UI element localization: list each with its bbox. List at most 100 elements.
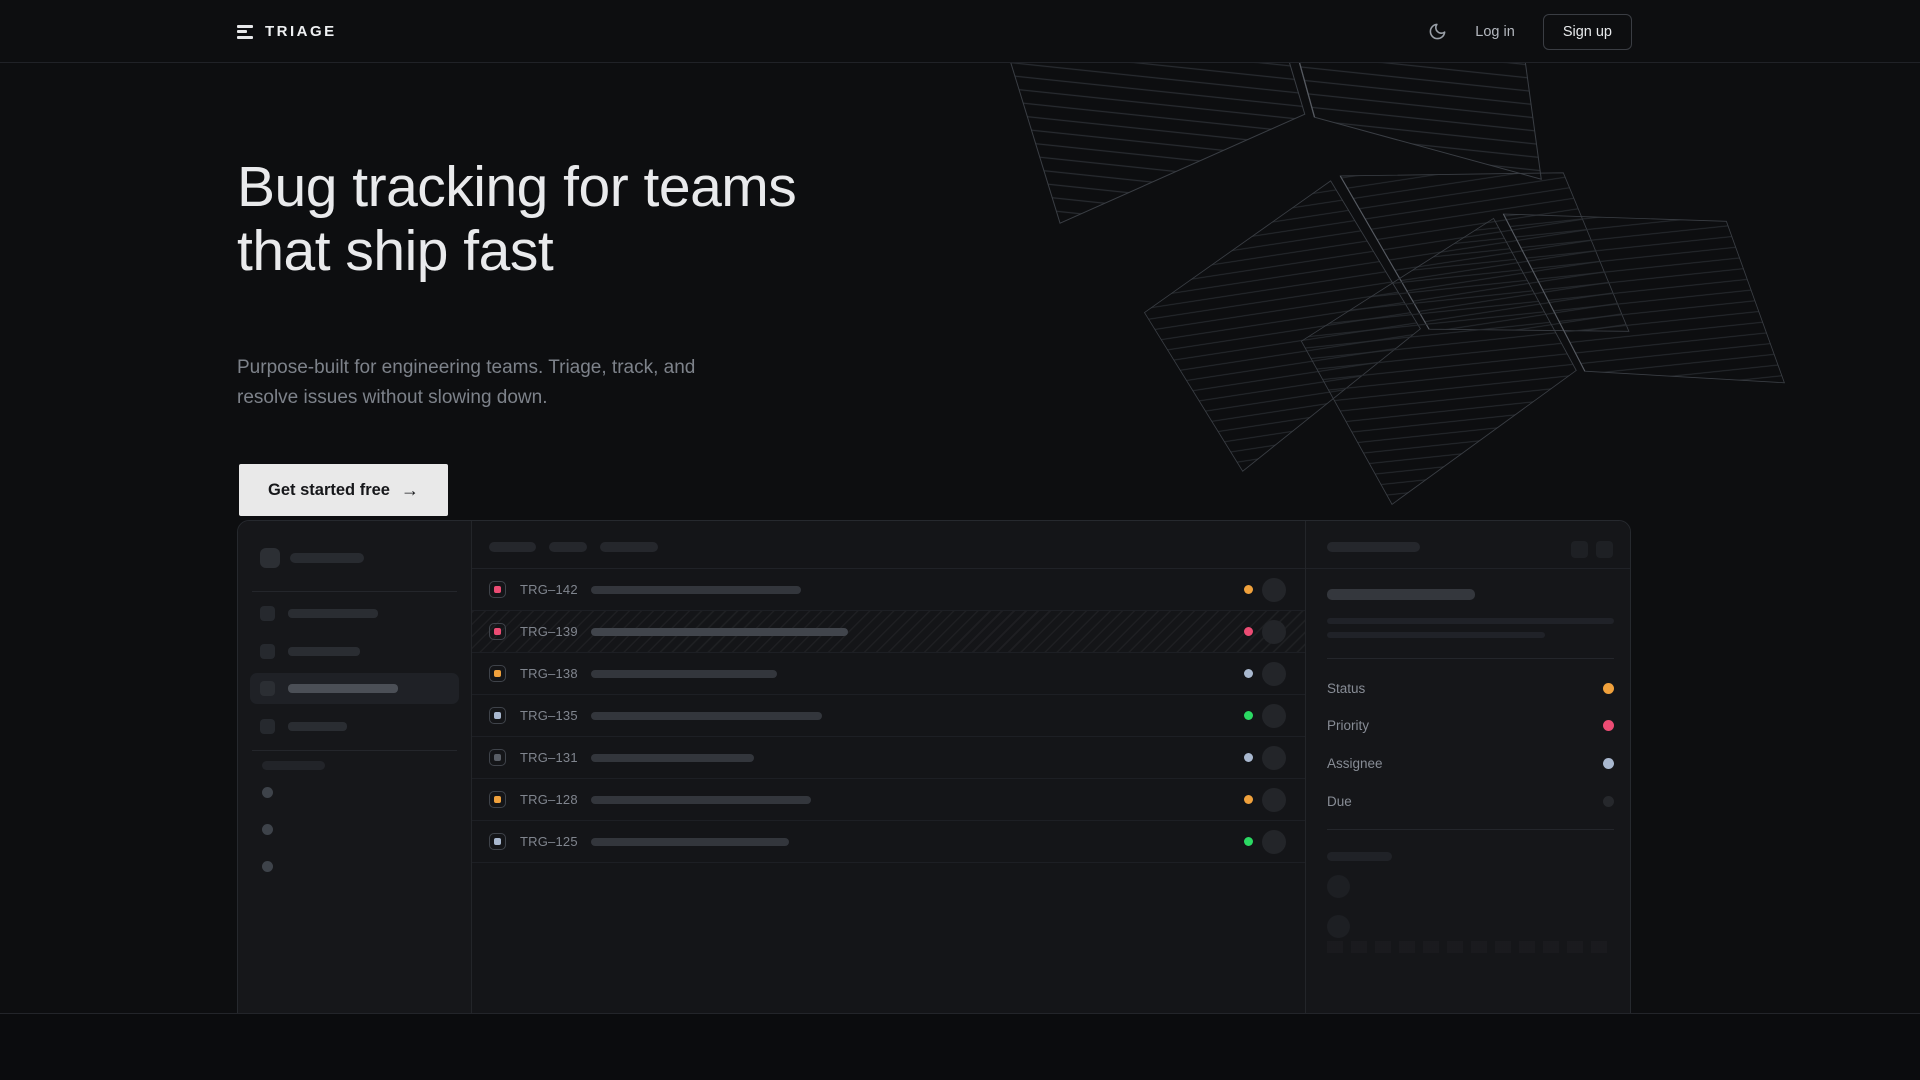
brand: TRIAGE — [237, 0, 337, 63]
issue-row: TRG–135 — [472, 695, 1305, 737]
footer — [0, 1013, 1920, 1080]
issue-list-header — [472, 521, 1305, 569]
issue-title-skeleton — [591, 754, 754, 762]
issue-type-icon — [489, 791, 506, 808]
issue-title-skeleton — [591, 586, 801, 594]
arrow-right-icon: → — [401, 480, 419, 501]
issue-code: TRG–135 — [520, 708, 582, 723]
toolbar-skeleton — [1327, 941, 1614, 953]
landing-page: TRIAGE Log in Sign up — [0, 0, 1920, 1080]
issue-code: TRG–131 — [520, 750, 582, 765]
hero-subtitle-line1: Purpose-built for engineering teams. Tri… — [237, 357, 695, 378]
sidebar-item-skeleton — [250, 636, 459, 667]
mockup-detail-panel: Status Priority Assignee Due — [1306, 521, 1630, 1013]
assignee-avatar — [1262, 746, 1286, 770]
field-value-dot — [1603, 683, 1614, 694]
issue-row: TRG–128 — [472, 779, 1305, 821]
comment-avatar-skeleton — [1327, 875, 1350, 898]
section-label-skeleton — [262, 761, 325, 770]
workspace-icon-skeleton — [260, 548, 280, 568]
hero-title-line2: that ship fast — [237, 219, 553, 283]
mockup-issue-list: TRG–142 TRG–139 TRG–138 — [472, 521, 1306, 1013]
field-row: Status — [1327, 681, 1614, 695]
issue-title-skeleton — [591, 838, 789, 846]
panel-divider — [1327, 658, 1614, 659]
sidebar-dot-skeleton — [262, 787, 273, 798]
hero-subtitle-line2: resolve issues without slowing down. — [237, 387, 548, 408]
assignee-avatar — [1262, 620, 1286, 644]
issue-title-skeleton — [1327, 589, 1475, 600]
issue-row: TRG–138 — [472, 653, 1305, 695]
brand-name: TRIAGE — [265, 23, 337, 40]
status-dot — [1244, 795, 1253, 804]
filter-tab-skeleton — [600, 542, 658, 552]
issue-type-icon — [489, 707, 506, 724]
comment-avatar-skeleton — [1327, 915, 1350, 938]
theme-toggle-button[interactable] — [1428, 22, 1447, 41]
panel-action-skeleton — [1596, 541, 1613, 558]
assignee-avatar — [1262, 704, 1286, 728]
field-row: Priority — [1327, 718, 1614, 732]
assignee-avatar — [1262, 662, 1286, 686]
field-value-dot — [1603, 758, 1614, 769]
issue-row-selected: TRG–139 — [472, 611, 1305, 653]
sidebar-dot-skeleton — [262, 861, 273, 872]
issue-row: TRG–125 — [472, 821, 1305, 863]
issue-title-skeleton — [591, 670, 777, 678]
field-label: Priority — [1327, 718, 1369, 733]
issue-code: TRG–139 — [520, 624, 582, 639]
comments-label-skeleton — [1327, 852, 1392, 861]
sidebar-item-active-skeleton — [250, 673, 459, 704]
issue-type-icon — [489, 581, 506, 598]
issue-code: TRG–142 — [520, 582, 582, 597]
status-dot — [1244, 753, 1253, 762]
issue-title-skeleton — [591, 796, 811, 804]
issue-type-icon — [489, 623, 506, 640]
filter-tab-skeleton — [489, 542, 536, 552]
description-line-skeleton — [1327, 618, 1614, 624]
workspace-name-skeleton — [290, 553, 364, 563]
hero-section: Bug tracking for teamsthat ship fast Pur… — [0, 63, 1920, 1013]
field-label: Status — [1327, 681, 1365, 696]
issue-type-icon — [489, 749, 506, 766]
issue-type-icon — [489, 833, 506, 850]
issue-row: TRG–142 — [472, 569, 1305, 611]
hero-title-line1: Bug tracking for teams — [237, 155, 796, 219]
sidebar-divider — [252, 750, 457, 751]
assignee-avatar — [1262, 830, 1286, 854]
assignee-avatar — [1262, 788, 1286, 812]
field-value-dot — [1603, 720, 1614, 731]
issue-type-icon — [489, 665, 506, 682]
panel-title-skeleton — [1327, 542, 1420, 552]
issue-code: TRG–128 — [520, 792, 582, 807]
sidebar-divider — [252, 591, 457, 592]
status-dot — [1244, 711, 1253, 720]
field-row: Assignee — [1327, 756, 1614, 770]
field-label: Assignee — [1327, 756, 1383, 771]
field-label: Due — [1327, 794, 1352, 809]
mockup-sidebar — [238, 521, 472, 1013]
description-line-skeleton — [1327, 632, 1545, 638]
detail-panel-header — [1306, 521, 1630, 569]
field-value-dot — [1603, 796, 1614, 807]
panel-action-skeleton — [1571, 541, 1588, 558]
hero-subtitle: Purpose-built for engineering teams. Tri… — [237, 353, 695, 413]
moon-icon — [1428, 22, 1447, 41]
issue-row: TRG–131 — [472, 737, 1305, 779]
status-dot — [1244, 669, 1253, 678]
get-started-button[interactable]: Get started free → — [239, 464, 448, 516]
issue-code: TRG–138 — [520, 666, 582, 681]
login-link[interactable]: Log in — [1475, 24, 1515, 40]
status-dot — [1244, 627, 1253, 636]
triage-logo-icon — [237, 25, 253, 39]
status-dot — [1244, 585, 1253, 594]
issue-title-skeleton — [591, 712, 822, 720]
issue-title-skeleton — [591, 628, 848, 636]
nav-actions: Log in Sign up — [1428, 0, 1632, 63]
panel-divider — [1327, 829, 1614, 830]
signup-button[interactable]: Sign up — [1543, 14, 1632, 50]
top-nav: TRIAGE Log in Sign up — [0, 0, 1920, 63]
filter-tab-skeleton — [549, 542, 587, 552]
field-row: Due — [1327, 794, 1614, 808]
app-mockup: TRG–142 TRG–139 TRG–138 — [237, 520, 1631, 1013]
